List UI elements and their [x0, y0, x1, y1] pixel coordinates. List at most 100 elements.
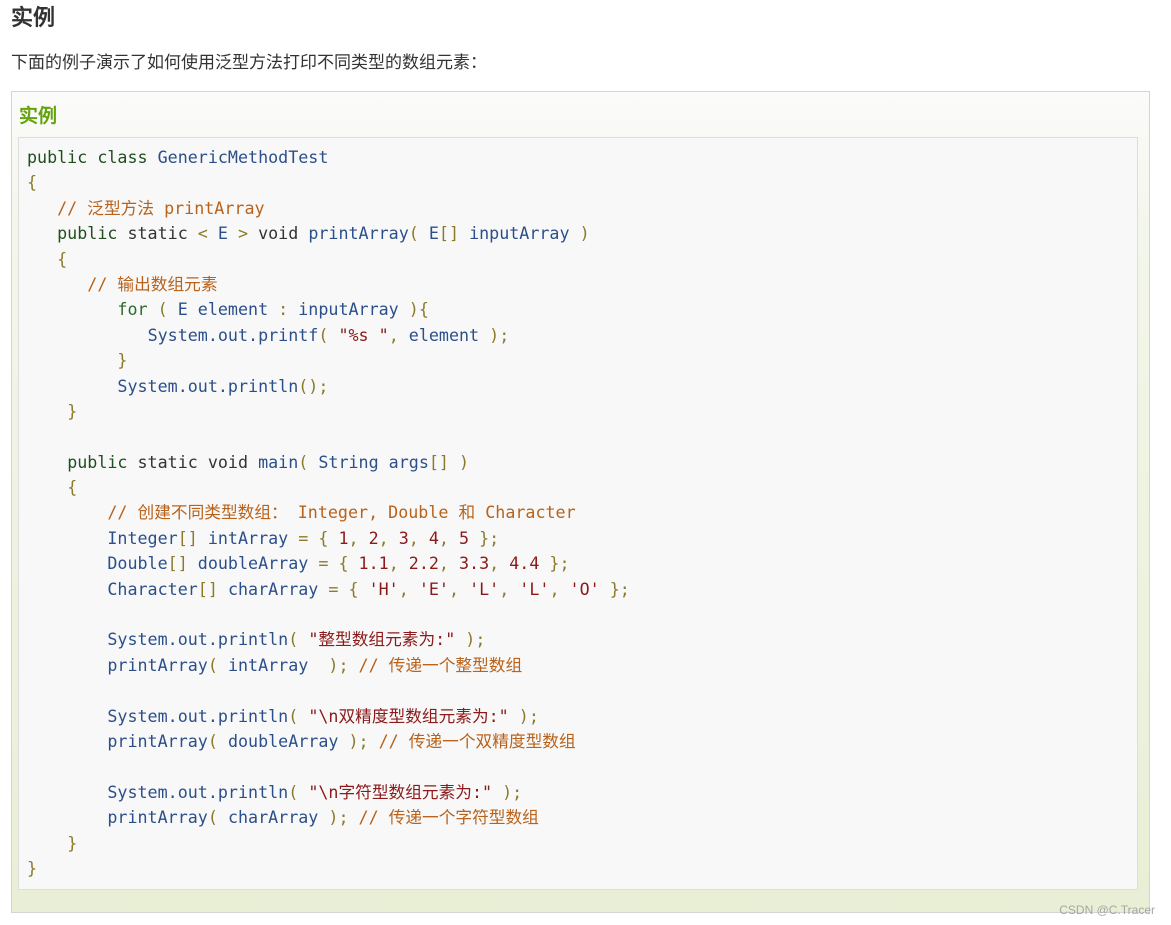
code-token: (: [298, 451, 319, 472]
code-token: for: [117, 299, 148, 320]
code-token: }: [67, 832, 78, 853]
code-token: }: [67, 400, 78, 421]
code-token: "\n双精度型数组元素为:": [308, 705, 509, 726]
code-token: 1: [338, 527, 349, 548]
code-token: );: [338, 730, 379, 751]
code-token: ,: [378, 527, 399, 548]
code-token: E element: [177, 299, 269, 320]
code-token: public: [57, 223, 118, 244]
code-token: charArray: [227, 807, 319, 828]
code-token: ,: [398, 578, 419, 599]
code-token: public: [67, 451, 128, 472]
code-token: (: [147, 299, 178, 320]
code-token: {: [27, 172, 38, 193]
code-line: printArray( doubleArray ); // 传递一个双精度型数组: [27, 729, 630, 754]
code-token: 'H': [368, 578, 399, 599]
code-token: );: [308, 654, 359, 675]
code-token: []: [438, 223, 470, 244]
code-line: public class GenericMethodTest: [27, 145, 630, 170]
code-token: ,: [549, 578, 570, 599]
code-token: 5: [459, 527, 470, 548]
code-token: (: [207, 807, 228, 828]
code-line: System.out.println( "\n字符型数组元素为:" );: [27, 780, 630, 805]
code-token: };: [469, 527, 500, 548]
code-token: }: [27, 857, 38, 878]
code-token: ,: [388, 324, 409, 345]
code-token: ,: [499, 578, 520, 599]
code-line: Integer[] intArray = { 1, 2, 3, 4, 5 };: [27, 526, 630, 551]
code-token: 'L': [519, 578, 550, 599]
page-heading: 实例: [11, 6, 56, 31]
code-token: (: [207, 654, 228, 675]
code-token: inputArray: [298, 299, 399, 320]
code-token: 'E': [418, 578, 449, 599]
code-token: inputArray: [469, 223, 570, 244]
code-token: >: [227, 223, 259, 244]
code-token: // 传递一个双精度型数组: [378, 730, 576, 751]
code-token: (: [318, 324, 339, 345]
code-token: 4.4: [509, 553, 540, 574]
intro-text: 下面的例子演示了如何使用泛型方法打印不同类型的数组元素：: [11, 53, 487, 73]
code-token: []: [197, 578, 228, 599]
code-token: );: [318, 807, 359, 828]
code-token: 1.1: [358, 553, 389, 574]
code-line: }: [27, 856, 630, 881]
code-token: intArray: [227, 654, 309, 675]
code-token: []: [167, 553, 198, 574]
code-token: );: [479, 324, 510, 345]
code-token: public class: [27, 147, 158, 167]
code-token: Integer: [107, 527, 178, 548]
code-token: System.out.printf: [147, 324, 319, 345]
code-token: // 泛型方法 printArray: [57, 197, 265, 218]
code-token: (: [408, 223, 429, 244]
code-token: [] ): [428, 451, 470, 472]
code-token: void: [258, 223, 309, 244]
code-token: ,: [388, 553, 409, 574]
code-token: :: [268, 299, 299, 320]
code-token: 2: [368, 527, 379, 548]
code-token: printArray: [308, 223, 409, 244]
code-token: "\n字符型数组元素为:": [308, 781, 493, 802]
code-line: }: [27, 348, 630, 373]
code-token: main: [258, 451, 299, 472]
code-line: for ( E element : inputArray ){: [27, 297, 630, 322]
code-token: GenericMethodTest: [157, 147, 329, 167]
code-token: // 输出数组元素: [87, 273, 218, 294]
code-block[interactable]: public class GenericMethodTest{ // 泛型方法 …: [18, 137, 1138, 890]
code-token: (: [288, 629, 309, 650]
code-token: // 传递一个整型数组: [358, 654, 523, 675]
code-token: );: [508, 705, 539, 726]
code-token: {: [57, 248, 68, 269]
code-token: (: [207, 730, 228, 751]
code-token: // 传递一个字符型数组: [358, 807, 539, 828]
code-line: }: [27, 831, 630, 856]
example-box: 实例 public class GenericMethodTest{ // 泛型…: [11, 91, 1150, 913]
code-line: System.out.printf( "%s ", element );: [27, 323, 630, 348]
code-token: doubleArray: [227, 730, 339, 751]
csdn-watermark: CSDN @C.Tracer: [1059, 903, 1155, 917]
code-token: // 创建不同类型数组： Integer, Double 和 Character: [107, 502, 576, 523]
code-line: Character[] charArray = { 'H', 'E', 'L',…: [27, 577, 629, 602]
code-token: intArray: [207, 527, 289, 548]
code-token: String args: [318, 451, 429, 472]
code-token: Character: [107, 578, 198, 599]
code-token: "整型数组元素为:": [308, 629, 456, 650]
code-token: 'L': [469, 578, 500, 599]
code-token: ,: [408, 527, 429, 548]
